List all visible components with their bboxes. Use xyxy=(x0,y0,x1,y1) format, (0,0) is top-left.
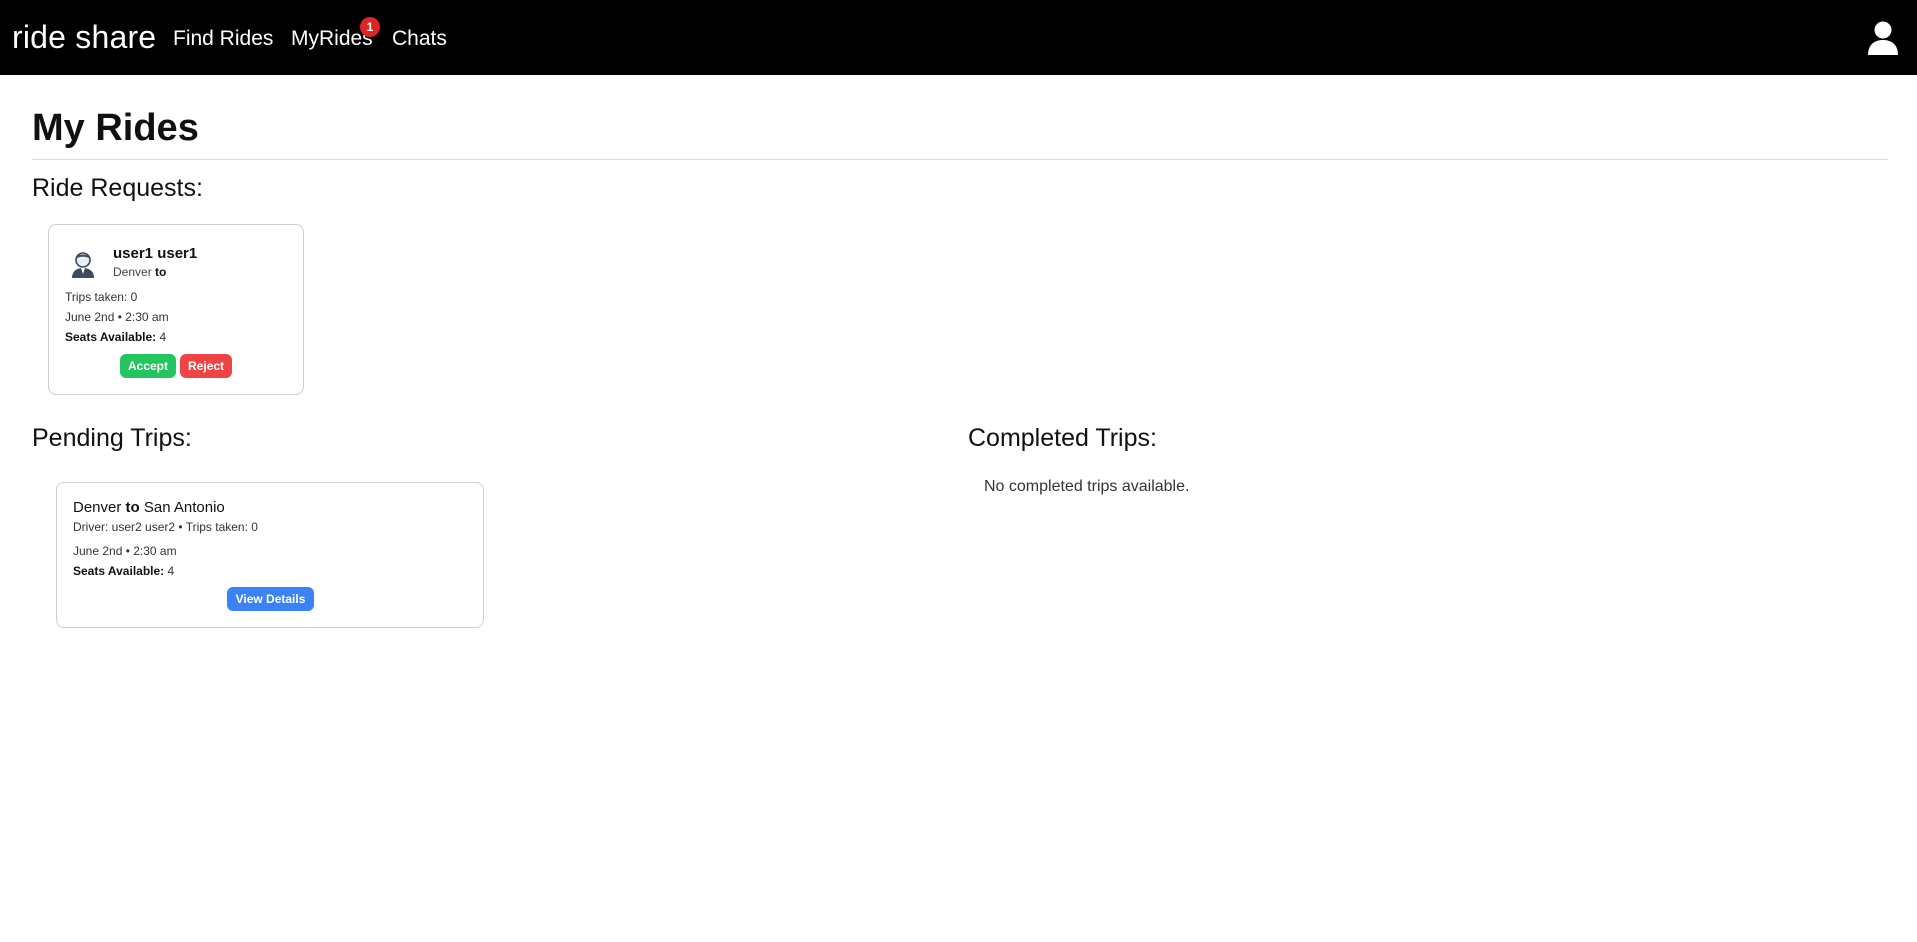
seats-value: 4 xyxy=(159,330,167,344)
trip-route: Denver to San Antonio xyxy=(73,499,225,517)
driver-info: Driver: user2 user2 • Trips taken: 0 xyxy=(73,520,258,534)
route-to-word: to xyxy=(125,499,140,516)
seats-value: 4 xyxy=(167,564,175,578)
route-to: San Antonio xyxy=(143,499,225,516)
nav-chats[interactable]: Chats xyxy=(392,27,447,51)
user-icon[interactable] xyxy=(1867,21,1899,55)
trip-datetime: June 2nd • 2:30 am xyxy=(73,544,177,558)
brand-logo[interactable]: ride share xyxy=(12,18,156,56)
ride-datetime: June 2nd • 2:30 am xyxy=(65,310,169,324)
ride-request-card: user1 user1 Denver to Trips taken: 0 Jun… xyxy=(48,224,304,395)
seats-available: Seats Available: 4 xyxy=(73,563,174,579)
user-avatar-icon xyxy=(72,252,94,278)
pending-trip-card: Denver to San Antonio Driver: user2 user… xyxy=(56,482,484,628)
nav-find-rides[interactable]: Find Rides xyxy=(173,27,273,51)
completed-trips-heading: Completed Trips: xyxy=(968,424,1157,452)
completed-empty-message: No completed trips available. xyxy=(984,478,1190,495)
seats-available: Seats Available: 4 xyxy=(65,329,166,345)
title-divider xyxy=(32,159,1888,160)
route-to-word: to xyxy=(155,265,167,279)
seats-label: Seats Available: xyxy=(73,564,165,578)
seats-label: Seats Available: xyxy=(65,330,157,344)
accept-button[interactable]: Accept xyxy=(120,354,176,378)
reject-button[interactable]: Reject xyxy=(180,354,232,378)
ride-requests-heading: Ride Requests: xyxy=(32,174,203,202)
route-from: Denver xyxy=(73,499,122,516)
page-title: My Rides xyxy=(32,107,199,149)
route-from: Denver xyxy=(113,265,152,279)
top-navbar: ride share Find Rides MyRides 1 Chats xyxy=(0,0,1917,75)
requester-name: user1 user1 xyxy=(113,245,198,262)
request-route: Denver to xyxy=(113,264,166,280)
pending-trips-heading: Pending Trips: xyxy=(32,424,192,452)
notification-badge: 1 xyxy=(360,17,380,37)
trips-taken: Trips taken: 0 xyxy=(65,290,138,304)
view-details-button[interactable]: View Details xyxy=(227,587,314,611)
